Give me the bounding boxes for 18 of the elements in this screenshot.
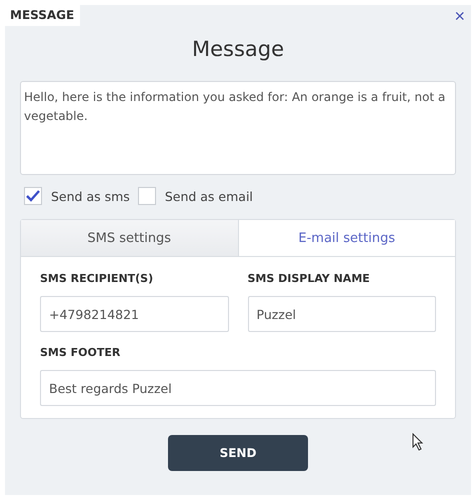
dialog-title: Message	[190, 37, 286, 61]
field-label: SMS RECIPIENT(S)	[40, 272, 154, 285]
input-field[interactable]: Best regards Puzzel	[40, 370, 436, 406]
field-label: SMS FOOTER	[40, 346, 122, 359]
input-field[interactable]: Puzzel	[248, 296, 436, 332]
checkbox[interactable]	[138, 187, 156, 205]
panel-tab[interactable]: MESSAGE	[5, 5, 80, 26]
input-field[interactable]: +4798214821	[40, 296, 228, 332]
checkbox-label: Send as sms	[51, 188, 130, 204]
mouse-pointer-icon	[412, 433, 424, 451]
checkbox[interactable]	[24, 187, 42, 205]
message-field[interactable]: Hello, here is the information you asked for: An orange is a fruit, not a vegetable.	[20, 81, 456, 175]
send-button[interactable]: SEND	[168, 435, 308, 471]
settings-tab[interactable]: SMS settings	[21, 220, 238, 256]
field-label: SMS DISPLAY NAME	[248, 272, 371, 285]
checkbox-label: Send as email	[164, 188, 253, 204]
checkmark-icon	[26, 190, 40, 202]
close-button[interactable]: ×	[448, 5, 471, 27]
